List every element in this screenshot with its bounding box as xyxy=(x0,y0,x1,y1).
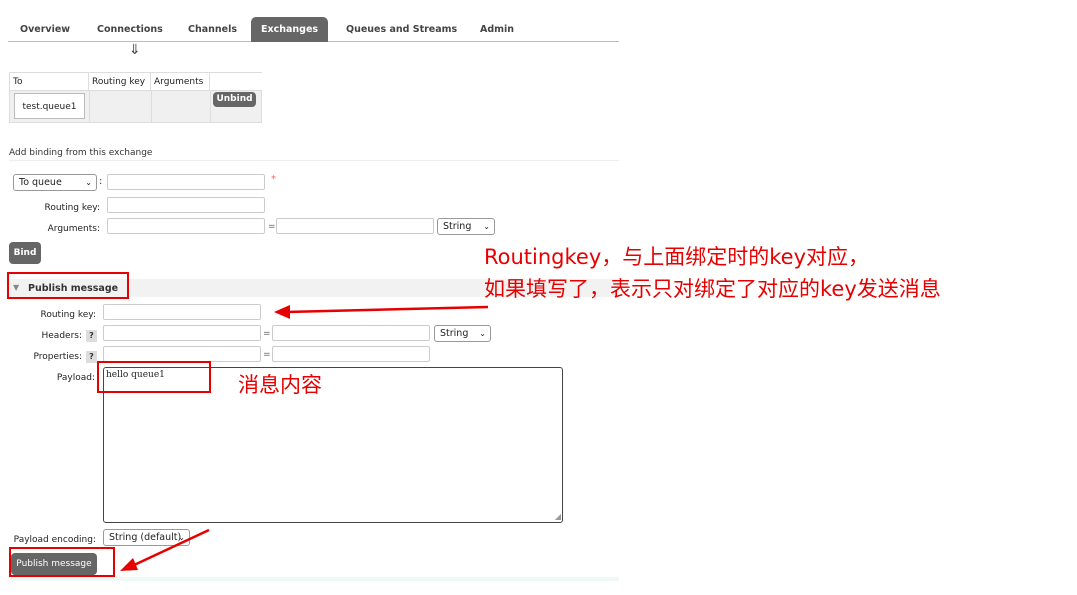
arrow-to-publish-button-icon xyxy=(120,528,210,571)
payload-annotation: 消息内容 xyxy=(238,373,322,397)
routing-key-annotation-line2: 如果填写了，表示只对绑定了对应的key发送消息 xyxy=(484,277,941,301)
arrow-to-routing-key-icon xyxy=(274,305,489,319)
routing-key-annotation-line1: Routingkey，与上面绑定时的key对应， xyxy=(484,245,870,269)
